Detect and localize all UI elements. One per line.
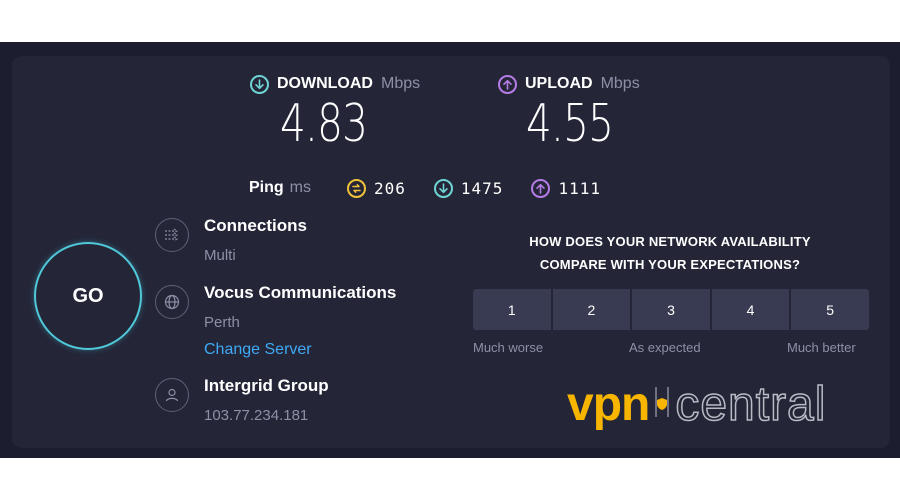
provider-text: Intergrid Group 103.77.234.181	[204, 374, 329, 428]
ping-download: 1475	[433, 178, 504, 198]
idle-latency-icon	[347, 178, 366, 198]
globe-icon	[155, 285, 189, 319]
download-value: 4.83	[280, 94, 368, 154]
survey-question-line1: HOW DOES YOUR NETWORK AVAILABILITY	[529, 234, 811, 249]
arrow-up-circle-icon	[498, 74, 517, 94]
rating-scale: 1 2 3 4 5	[473, 289, 869, 330]
upload-value: 4.55	[526, 94, 614, 154]
download-header: DOWNLOAD Mbps	[250, 72, 420, 96]
user-icon	[155, 378, 189, 412]
go-label: GO	[72, 284, 104, 307]
rating-button-2[interactable]: 2	[552, 289, 631, 330]
survey-question: HOW DOES YOUR NETWORK AVAILABILITY COMPA…	[472, 230, 868, 276]
scale-label-low: Much worse	[473, 340, 544, 355]
connections-value: Multi	[204, 247, 236, 264]
watermark-vpn: vpn	[567, 377, 650, 431]
connections-icon[interactable]	[155, 218, 189, 252]
provider-ip: 103.77.234.181	[204, 407, 309, 424]
server-location: Perth	[204, 314, 240, 331]
provider-name: Intergrid Group	[204, 376, 329, 395]
go-button[interactable]: GO	[34, 242, 142, 350]
ping-label: Ping	[249, 179, 284, 196]
server-text: Vocus Communications Perth Change Server	[204, 281, 396, 362]
connections-text: Connections Multi	[204, 214, 307, 268]
scale-label-high: Much better	[787, 340, 856, 355]
ping-row: Ping ms 206 1475 1111	[249, 176, 629, 200]
ping-idle: 206	[347, 178, 406, 198]
upload-label: UPLOAD	[525, 75, 593, 92]
connections-title: Connections	[204, 216, 307, 235]
upload-unit: Mbps	[600, 75, 640, 92]
rating-button-5[interactable]: 5	[791, 289, 869, 330]
arrow-down-circle-icon	[433, 178, 453, 198]
ping-idle-value: 206	[374, 178, 406, 198]
ping-upload: 1111	[531, 178, 601, 198]
ping-download-value: 1475	[460, 178, 504, 198]
watermark-central: central	[675, 377, 827, 432]
vpncentral-watermark: vpn central	[567, 374, 826, 434]
ping-upload-value: 1111	[558, 178, 601, 198]
arrow-down-circle-icon	[250, 74, 269, 94]
rating-button-4[interactable]: 4	[711, 289, 790, 330]
result-panel: DOWNLOAD Mbps 4.83 UPLOAD Mbps 4.55 Ping…	[12, 56, 890, 448]
speedtest-window: DOWNLOAD Mbps 4.83 UPLOAD Mbps 4.55 Ping…	[0, 42, 900, 458]
upload-metric: UPLOAD Mbps 4.55	[498, 72, 640, 152]
scale-label-mid: As expected	[629, 340, 701, 355]
server-name: Vocus Communications	[204, 283, 397, 302]
arrow-up-circle-icon	[531, 178, 551, 198]
survey-question-line2: COMPARE WITH YOUR EXPECTATIONS?	[539, 257, 801, 272]
shield-icon	[653, 385, 671, 423]
ping-unit: ms	[289, 179, 311, 196]
rating-button-1[interactable]: 1	[473, 289, 551, 330]
download-unit: Mbps	[380, 75, 421, 92]
upload-header: UPLOAD Mbps	[498, 72, 640, 96]
rating-button-3[interactable]: 3	[632, 289, 710, 330]
download-label: DOWNLOAD	[277, 75, 373, 92]
change-server-link[interactable]: Change Server	[204, 338, 396, 362]
download-metric: DOWNLOAD Mbps 4.83	[250, 72, 420, 152]
